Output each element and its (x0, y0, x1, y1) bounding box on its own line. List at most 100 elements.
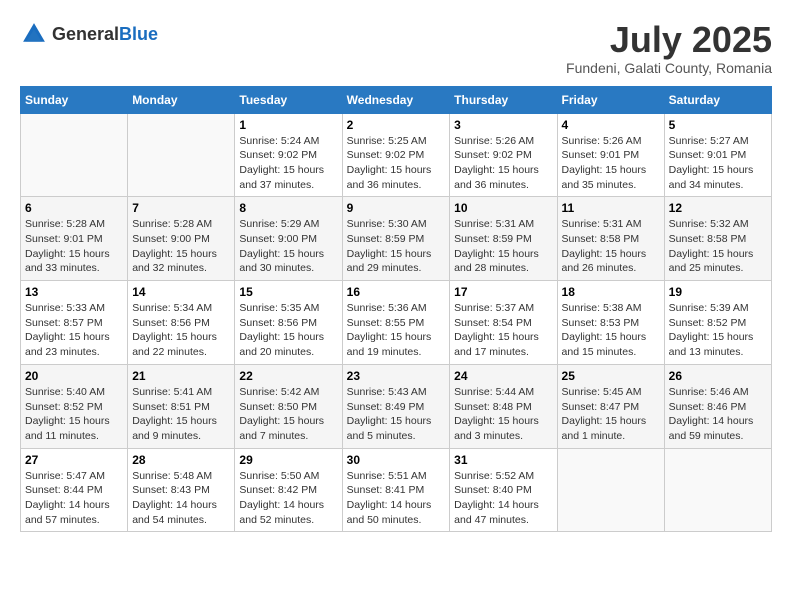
calendar-cell (557, 448, 664, 532)
week-row-4: 20 Sunrise: 5:40 AM Sunset: 8:52 PM Dayli… (21, 364, 772, 448)
day-number: 9 (347, 201, 446, 215)
day-number: 24 (454, 369, 552, 383)
day-number: 8 (239, 201, 337, 215)
calendar-cell: 5 Sunrise: 5:27 AM Sunset: 9:01 PM Daylig… (664, 113, 771, 197)
day-info: Sunrise: 5:24 AM Sunset: 9:02 PM Dayligh… (239, 134, 337, 193)
day-number: 31 (454, 453, 552, 467)
day-number: 12 (669, 201, 767, 215)
calendar-cell: 16 Sunrise: 5:36 AM Sunset: 8:55 PM Dayli… (342, 281, 450, 365)
day-number: 3 (454, 118, 552, 132)
day-info: Sunrise: 5:35 AM Sunset: 8:56 PM Dayligh… (239, 301, 337, 360)
day-info: Sunrise: 5:34 AM Sunset: 8:56 PM Dayligh… (132, 301, 230, 360)
week-row-2: 6 Sunrise: 5:28 AM Sunset: 9:01 PM Daylig… (21, 197, 772, 281)
day-info: Sunrise: 5:38 AM Sunset: 8:53 PM Dayligh… (562, 301, 660, 360)
day-info: Sunrise: 5:46 AM Sunset: 8:46 PM Dayligh… (669, 385, 767, 444)
day-number: 29 (239, 453, 337, 467)
day-number: 21 (132, 369, 230, 383)
calendar-cell: 2 Sunrise: 5:25 AM Sunset: 9:02 PM Daylig… (342, 113, 450, 197)
week-row-3: 13 Sunrise: 5:33 AM Sunset: 8:57 PM Dayli… (21, 281, 772, 365)
logo-text-blue: Blue (119, 24, 158, 44)
calendar-cell: 6 Sunrise: 5:28 AM Sunset: 9:01 PM Daylig… (21, 197, 128, 281)
day-info: Sunrise: 5:48 AM Sunset: 8:43 PM Dayligh… (132, 469, 230, 528)
day-number: 14 (132, 285, 230, 299)
day-number: 19 (669, 285, 767, 299)
day-info: Sunrise: 5:26 AM Sunset: 9:01 PM Dayligh… (562, 134, 660, 193)
day-info: Sunrise: 5:39 AM Sunset: 8:52 PM Dayligh… (669, 301, 767, 360)
day-info: Sunrise: 5:51 AM Sunset: 8:41 PM Dayligh… (347, 469, 446, 528)
day-number: 6 (25, 201, 123, 215)
day-number: 17 (454, 285, 552, 299)
calendar-cell: 25 Sunrise: 5:45 AM Sunset: 8:47 PM Dayli… (557, 364, 664, 448)
day-info: Sunrise: 5:27 AM Sunset: 9:01 PM Dayligh… (669, 134, 767, 193)
calendar-cell: 13 Sunrise: 5:33 AM Sunset: 8:57 PM Dayli… (21, 281, 128, 365)
day-info: Sunrise: 5:29 AM Sunset: 9:00 PM Dayligh… (239, 217, 337, 276)
day-info: Sunrise: 5:26 AM Sunset: 9:02 PM Dayligh… (454, 134, 552, 193)
day-number: 5 (669, 118, 767, 132)
day-number: 18 (562, 285, 660, 299)
subtitle: Fundeni, Galati County, Romania (566, 60, 772, 76)
col-header-sunday: Sunday (21, 86, 128, 113)
day-number: 13 (25, 285, 123, 299)
day-info: Sunrise: 5:45 AM Sunset: 8:47 PM Dayligh… (562, 385, 660, 444)
calendar-cell: 20 Sunrise: 5:40 AM Sunset: 8:52 PM Dayli… (21, 364, 128, 448)
day-info: Sunrise: 5:42 AM Sunset: 8:50 PM Dayligh… (239, 385, 337, 444)
calendar-cell: 11Sunrise: 5:31 AM Sunset: 8:58 PM Dayli… (557, 197, 664, 281)
logo-text-general: General (52, 24, 119, 44)
day-info: Sunrise: 5:37 AM Sunset: 8:54 PM Dayligh… (454, 301, 552, 360)
col-header-thursday: Thursday (450, 86, 557, 113)
day-info: Sunrise: 5:25 AM Sunset: 9:02 PM Dayligh… (347, 134, 446, 193)
day-number: 22 (239, 369, 337, 383)
col-header-wednesday: Wednesday (342, 86, 450, 113)
title-section: July 2025 Fundeni, Galati County, Romani… (566, 20, 772, 76)
calendar-cell: 9 Sunrise: 5:30 AM Sunset: 8:59 PM Daylig… (342, 197, 450, 281)
day-number: 15 (239, 285, 337, 299)
day-number: 26 (669, 369, 767, 383)
calendar-cell: 28Sunrise: 5:48 AM Sunset: 8:43 PM Dayli… (128, 448, 235, 532)
calendar-cell: 19 Sunrise: 5:39 AM Sunset: 8:52 PM Dayli… (664, 281, 771, 365)
week-row-1: 1 Sunrise: 5:24 AM Sunset: 9:02 PM Daylig… (21, 113, 772, 197)
calendar-cell: 21 Sunrise: 5:41 AM Sunset: 8:51 PM Dayli… (128, 364, 235, 448)
calendar-cell: 15 Sunrise: 5:35 AM Sunset: 8:56 PM Dayli… (235, 281, 342, 365)
day-info: Sunrise: 5:41 AM Sunset: 8:51 PM Dayligh… (132, 385, 230, 444)
day-info: Sunrise: 5:40 AM Sunset: 8:52 PM Dayligh… (25, 385, 123, 444)
calendar-cell: 24 Sunrise: 5:44 AM Sunset: 8:48 PM Dayli… (450, 364, 557, 448)
day-info: Sunrise: 5:30 AM Sunset: 8:59 PM Dayligh… (347, 217, 446, 276)
calendar-cell (21, 113, 128, 197)
calendar-cell: 3 Sunrise: 5:26 AM Sunset: 9:02 PM Daylig… (450, 113, 557, 197)
calendar-cell: 8 Sunrise: 5:29 AM Sunset: 9:00 PM Daylig… (235, 197, 342, 281)
logo: GeneralBlue (20, 20, 158, 48)
day-number: 16 (347, 285, 446, 299)
day-info: Sunrise: 5:52 AM Sunset: 8:40 PM Dayligh… (454, 469, 552, 528)
calendar-cell: 17 Sunrise: 5:37 AM Sunset: 8:54 PM Dayli… (450, 281, 557, 365)
calendar-header-row: SundayMondayTuesdayWednesdayThursdayFrid… (21, 86, 772, 113)
col-header-tuesday: Tuesday (235, 86, 342, 113)
day-number: 1 (239, 118, 337, 132)
day-info: Sunrise: 5:44 AM Sunset: 8:48 PM Dayligh… (454, 385, 552, 444)
main-title: July 2025 (566, 20, 772, 60)
col-header-saturday: Saturday (664, 86, 771, 113)
day-number: 7 (132, 201, 230, 215)
day-number: 25 (562, 369, 660, 383)
calendar-cell (664, 448, 771, 532)
day-info: Sunrise: 5:31 AM Sunset: 8:58 PM Dayligh… (562, 217, 660, 276)
day-info: Sunrise: 5:33 AM Sunset: 8:57 PM Dayligh… (25, 301, 123, 360)
calendar-cell (128, 113, 235, 197)
day-number: 30 (347, 453, 446, 467)
col-header-friday: Friday (557, 86, 664, 113)
calendar-cell: 14 Sunrise: 5:34 AM Sunset: 8:56 PM Dayli… (128, 281, 235, 365)
day-number: 10 (454, 201, 552, 215)
day-number: 27 (25, 453, 123, 467)
logo-icon (20, 20, 48, 48)
week-row-5: 27 Sunrise: 5:47 AM Sunset: 8:44 PM Dayli… (21, 448, 772, 532)
day-number: 23 (347, 369, 446, 383)
page-header: GeneralBlue July 2025 Fundeni, Galati Co… (20, 20, 772, 76)
day-number: 20 (25, 369, 123, 383)
day-info: Sunrise: 5:32 AM Sunset: 8:58 PM Dayligh… (669, 217, 767, 276)
calendar-cell: 26 Sunrise: 5:46 AM Sunset: 8:46 PM Dayli… (664, 364, 771, 448)
calendar-cell: 31 Sunrise: 5:52 AM Sunset: 8:40 PM Dayli… (450, 448, 557, 532)
day-info: Sunrise: 5:47 AM Sunset: 8:44 PM Dayligh… (25, 469, 123, 528)
day-info: Sunrise: 5:36 AM Sunset: 8:55 PM Dayligh… (347, 301, 446, 360)
calendar-cell: 10Sunrise: 5:31 AM Sunset: 8:59 PM Dayli… (450, 197, 557, 281)
day-info: Sunrise: 5:28 AM Sunset: 9:01 PM Dayligh… (25, 217, 123, 276)
day-number: 2 (347, 118, 446, 132)
